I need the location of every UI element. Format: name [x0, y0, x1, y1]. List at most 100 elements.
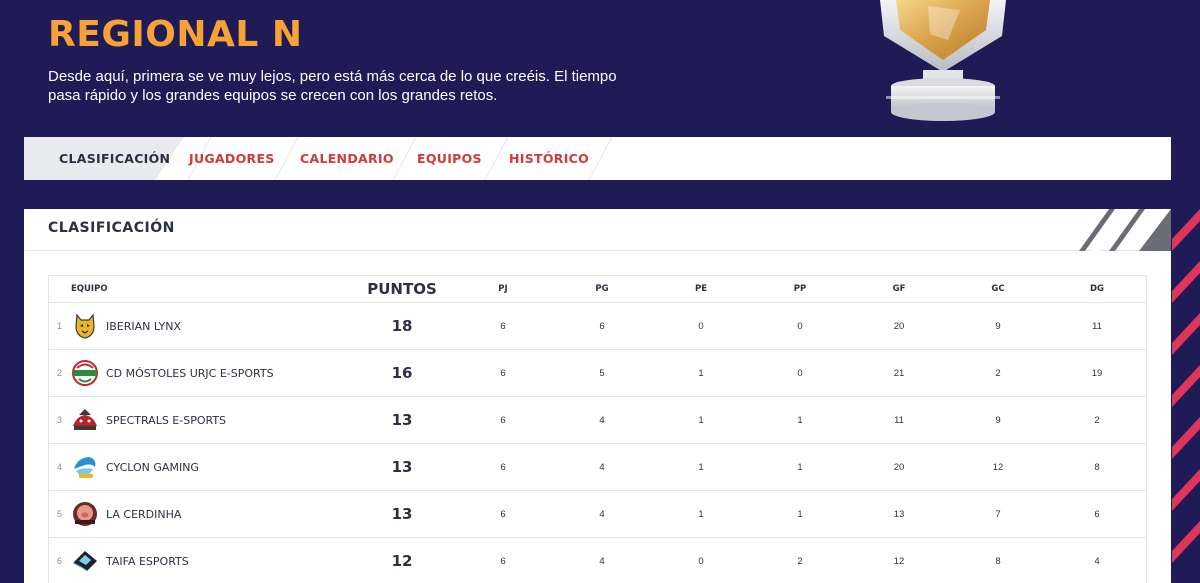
won: 4	[599, 461, 605, 473]
tab-calendario[interactable]: CALENDARIO	[300, 137, 394, 180]
drawn: 1	[698, 508, 704, 520]
team-name[interactable]: SPECTRALS E-SPORTS	[106, 397, 226, 443]
drawn: 1	[698, 461, 704, 473]
table-header-row: EQUIPO PUNTOS PJ PG PE PP GF GC DG	[49, 276, 1146, 303]
tab-divider	[274, 137, 299, 180]
goals-against: 12	[992, 461, 1004, 473]
spectrals-logo-icon	[73, 409, 97, 430]
goals-for: 13	[893, 508, 905, 520]
tab-bar: CLASIFICACIÓN JUGADORES CALENDARIO EQUIP…	[24, 137, 1171, 180]
tab-divider	[588, 137, 613, 180]
header-played[interactable]: PJ	[493, 276, 513, 302]
goal-diff: 8	[1094, 461, 1100, 473]
table-row[interactable]: 1 IBERIAN LYNX 18 6 6 0 0 20 9 11	[49, 303, 1146, 350]
table-row[interactable]: 5 LA CERDINHA 13 6 4 1 1 13 7 6	[49, 491, 1146, 538]
panel-title: CLASIFICACIÓN	[48, 220, 175, 236]
played: 6	[500, 461, 506, 473]
lost: 1	[797, 414, 803, 426]
goal-diff: 4	[1094, 555, 1100, 567]
tab-equipos[interactable]: EQUIPOS	[417, 137, 482, 180]
team-name[interactable]: IBERIAN LYNX	[106, 303, 181, 349]
won: 4	[599, 414, 605, 426]
lost: 0	[797, 320, 803, 332]
page-title: REGIONAL N	[48, 14, 303, 55]
standings-panel: CLASIFICACIÓN EQUIPO PUNTOS PJ PG PE PP …	[24, 209, 1171, 583]
header-points[interactable]: PUNTOS	[367, 276, 437, 302]
table-row[interactable]: 6 TAIFA ESPORTS 12 6 4 0 2 12 8 4	[49, 538, 1146, 583]
header-goals-for[interactable]: GF	[889, 276, 909, 302]
won: 6	[599, 320, 605, 332]
drawn: 1	[698, 367, 704, 379]
points: 13	[391, 505, 413, 523]
lost: 0	[797, 367, 803, 379]
drawn: 0	[698, 320, 704, 332]
won: 5	[599, 367, 605, 379]
points: 13	[391, 411, 413, 429]
table-row[interactable]: 2 CD MÓSTOLES URJC E-SPORTS 16 6 5 1 0 2…	[49, 350, 1146, 397]
team-name[interactable]: CD MÓSTOLES URJC E-SPORTS	[106, 350, 274, 396]
team-name[interactable]: LA CERDINHA	[106, 491, 181, 537]
goals-for: 21	[893, 367, 905, 379]
points: 13	[391, 458, 413, 476]
goals-against: 9	[995, 414, 1001, 426]
goal-diff: 11	[1092, 320, 1102, 332]
header-team[interactable]: EQUIPO	[71, 276, 108, 302]
lost: 1	[797, 461, 803, 473]
goal-diff: 6	[1094, 508, 1100, 520]
page-description: Desde aquí, primera se ve muy lejos, per…	[48, 68, 617, 104]
stripe-decoration-icon	[1172, 209, 1200, 563]
header-goals-against[interactable]: GC	[988, 276, 1008, 302]
goals-for: 11	[894, 414, 904, 426]
played: 6	[500, 508, 506, 520]
lost: 1	[797, 508, 803, 520]
rank: 1	[57, 321, 63, 331]
lost: 2	[797, 555, 803, 567]
goals-against: 8	[995, 555, 1001, 567]
standings-table: EQUIPO PUNTOS PJ PG PE PP GF GC DG 1 IBE…	[48, 275, 1147, 583]
lynx-logo-icon	[75, 313, 95, 339]
trophy-icon	[880, 0, 1006, 121]
table-row[interactable]: 4 CYCLON GAMING 13 6 4 1 1 20 12 8	[49, 444, 1146, 491]
goals-for: 12	[893, 555, 905, 567]
corner-decoration-icon	[1079, 209, 1171, 251]
goals-against: 9	[995, 320, 1001, 332]
goals-for: 20	[893, 320, 905, 332]
goals-for: 20	[893, 461, 905, 473]
won: 4	[599, 555, 605, 567]
drawn: 1	[698, 414, 704, 426]
tab-jugadores[interactable]: JUGADORES	[189, 137, 275, 180]
played: 6	[500, 414, 506, 426]
taifa-logo-icon	[72, 551, 97, 572]
points: 16	[391, 364, 413, 382]
table-row[interactable]: 3 SPECTRALS E-SPORTS 13 6 4 1 1 11 9 2	[49, 397, 1146, 444]
played: 6	[500, 555, 506, 567]
rank: 5	[57, 509, 63, 519]
goals-against: 2	[995, 367, 1001, 379]
tab-divider	[392, 137, 417, 180]
won: 4	[599, 508, 605, 520]
goal-diff: 19	[1091, 367, 1103, 379]
header-won[interactable]: PG	[592, 276, 612, 302]
hero-banner: REGIONAL N Desde aquí, primera se ve muy…	[0, 0, 1200, 137]
goal-diff: 2	[1094, 414, 1100, 426]
header-drawn[interactable]: PE	[691, 276, 711, 302]
rank: 6	[57, 556, 63, 566]
header-lost[interactable]: PP	[790, 276, 810, 302]
panel-header: CLASIFICACIÓN	[24, 209, 1171, 251]
cerdinha-logo-icon	[73, 502, 97, 526]
drawn: 0	[698, 555, 704, 567]
tab-divider	[484, 137, 509, 180]
team-name[interactable]: CYCLON GAMING	[106, 444, 199, 490]
rank: 3	[57, 415, 63, 425]
tab-historico[interactable]: HISTÓRICO	[509, 137, 589, 180]
goals-against: 7	[995, 508, 1001, 520]
rank: 4	[57, 462, 63, 472]
played: 6	[500, 320, 506, 332]
header-goal-diff[interactable]: DG	[1087, 276, 1107, 302]
tab-clasificacion[interactable]: CLASIFICACIÓN	[59, 137, 170, 180]
points: 12	[391, 552, 413, 570]
mostoles-logo-icon	[72, 360, 98, 386]
cyclon-logo-icon	[74, 457, 96, 478]
team-name[interactable]: TAIFA ESPORTS	[106, 538, 189, 583]
played: 6	[500, 367, 506, 379]
